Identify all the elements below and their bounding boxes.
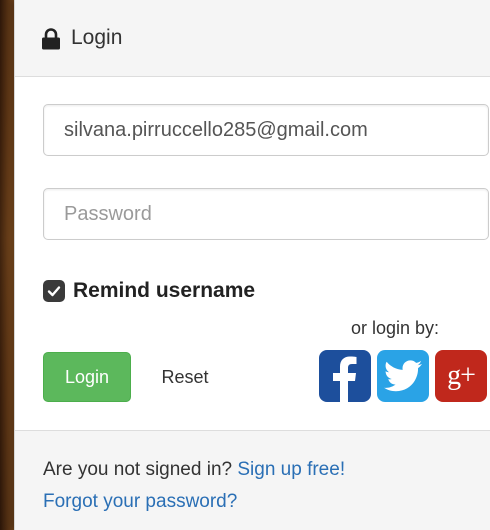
password-input[interactable] <box>43 188 489 240</box>
panel-footer: Are you not signed in? Sign up free! For… <box>15 430 490 530</box>
twitter-login-button[interactable] <box>377 350 429 402</box>
facebook-login-button[interactable] <box>319 350 371 402</box>
social-login-prompt: or login by: <box>351 318 440 338</box>
forgot-row: Forgot your password? <box>43 491 237 513</box>
checkbox-checked-icon[interactable] <box>43 280 65 302</box>
remember-label: Remind username <box>73 279 256 302</box>
google-plus-login-button[interactable]: g+ <box>435 350 487 402</box>
signup-row: Are you not signed in? Sign up free! <box>43 459 345 481</box>
login-panel: Login Remind username or login by: Login… <box>14 0 490 530</box>
remember-checkbox[interactable]: Remind username <box>43 276 255 306</box>
signup-link[interactable]: Sign up free! <box>237 459 345 480</box>
google-plus-icon: g+ <box>447 360 476 391</box>
panel-heading: Login <box>15 0 490 77</box>
panel-title: Login <box>71 26 123 49</box>
reset-button[interactable]: Reset <box>145 352 225 402</box>
login-button[interactable]: Login <box>43 352 131 402</box>
lock-icon <box>42 28 60 50</box>
facebook-icon <box>333 356 357 402</box>
forgot-password-link[interactable]: Forgot your password? <box>43 491 237 512</box>
signup-prompt: Are you not signed in? <box>43 459 233 480</box>
email-input[interactable] <box>43 104 489 156</box>
twitter-icon <box>384 360 422 392</box>
